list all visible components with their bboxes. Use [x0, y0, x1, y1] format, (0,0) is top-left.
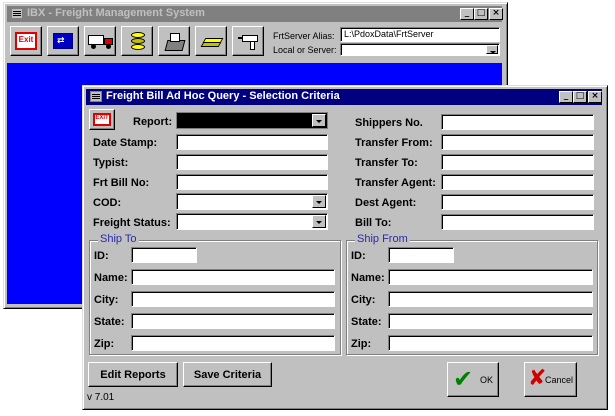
- ship-from-zip-label: Zip:: [351, 338, 372, 350]
- transfer-to-label: Transfer To:: [355, 157, 418, 169]
- books-icon: [200, 36, 224, 48]
- transfer-arrows-icon: ⇄: [53, 33, 73, 49]
- transfer-from-label: Transfer From:: [355, 137, 433, 149]
- chevron-down-icon[interactable]: [312, 215, 326, 228]
- dialog-title: Freight Bill Ad Hoc Query - Selection Cr…: [106, 90, 340, 102]
- ship-to-state-field[interactable]: [131, 313, 335, 329]
- cancel-button[interactable]: ✘ Cancel: [524, 362, 577, 397]
- fax-toolbar-button[interactable]: [158, 26, 190, 56]
- cod-label: COD:: [93, 197, 122, 209]
- transfer-from-field[interactable]: [441, 134, 594, 150]
- ship-to-id-field[interactable]: [131, 247, 197, 263]
- save-criteria-button[interactable]: Save Criteria: [183, 362, 272, 387]
- ship-to-group: Ship To ID: Name: City: State: Zip:: [89, 233, 341, 355]
- dest-agent-label: Dest Agent:: [355, 197, 417, 209]
- bill-to-label: Bill To:: [355, 217, 392, 229]
- frt-bill-no-field[interactable]: [176, 174, 328, 190]
- ok-button[interactable]: ✔ OK: [447, 362, 499, 397]
- report-label: Report:: [133, 116, 173, 128]
- chevron-down-icon[interactable]: [312, 195, 326, 208]
- database-toolbar-button[interactable]: [121, 26, 153, 56]
- dialog-minimize-button[interactable]: _: [559, 91, 573, 103]
- dialog-titlebar[interactable]: Freight Bill Ad Hoc Query - Selection Cr…: [86, 89, 602, 105]
- maximize-button[interactable]: □: [474, 8, 488, 20]
- ship-from-city-field[interactable]: [388, 291, 593, 307]
- minimize-button[interactable]: _: [460, 8, 474, 20]
- ship-to-state-label: State:: [94, 316, 125, 328]
- ship-from-name-label: Name:: [351, 272, 385, 284]
- bill-to-field[interactable]: [441, 214, 594, 230]
- truck-icon: [88, 35, 114, 49]
- typist-label: Typist:: [93, 157, 129, 169]
- truck-toolbar-button[interactable]: [84, 26, 116, 56]
- local-server-select[interactable]: [340, 43, 500, 56]
- date-stamp-field[interactable]: [176, 134, 328, 150]
- version-label: v 7.01: [87, 392, 115, 403]
- ship-from-zip-field[interactable]: [388, 335, 593, 351]
- chevron-down-icon[interactable]: [312, 114, 326, 127]
- ship-to-name-label: Name:: [94, 272, 128, 284]
- ship-from-id-field[interactable]: [388, 247, 454, 263]
- ship-to-id-label: ID:: [94, 250, 109, 262]
- main-window-title: IBX - Freight Management System: [27, 7, 205, 19]
- alias-label: FrtServer Alias:: [273, 31, 335, 41]
- ship-to-zip-field[interactable]: [131, 335, 335, 351]
- local-server-label: Local or Server:: [273, 45, 337, 55]
- ship-from-state-label: State:: [351, 316, 382, 328]
- exit-icon: Exit: [15, 32, 37, 50]
- query-dialog: Freight Bill Ad Hoc Query - Selection Cr…: [82, 85, 608, 410]
- freight-status-select[interactable]: [176, 213, 328, 230]
- ship-from-city-label: City:: [351, 294, 376, 306]
- database-icon: [131, 32, 145, 52]
- dialog-maximize-button[interactable]: □: [573, 91, 587, 103]
- ship-from-name-field[interactable]: [388, 269, 593, 285]
- freight-status-label: Freight Status:: [93, 217, 171, 229]
- ship-to-group-title: Ship To: [98, 233, 139, 245]
- ship-from-id-label: ID:: [351, 250, 366, 262]
- fax-machine-icon: [164, 32, 186, 52]
- exit-toolbar-button[interactable]: Exit: [10, 26, 42, 56]
- typist-field[interactable]: [176, 154, 328, 170]
- ship-to-city-label: City:: [94, 294, 119, 306]
- dialog-close-button[interactable]: ×: [588, 91, 602, 103]
- books-toolbar-button[interactable]: [195, 26, 227, 56]
- transfer-to-field[interactable]: [441, 154, 594, 170]
- drill-icon: [238, 34, 260, 50]
- transfer-agent-field[interactable]: [441, 174, 594, 190]
- ship-to-zip-label: Zip:: [94, 338, 115, 350]
- shippers-no-field[interactable]: [441, 114, 594, 130]
- dialog-exit-button[interactable]: EXIT: [89, 109, 115, 130]
- ship-to-city-field[interactable]: [131, 291, 335, 307]
- ship-from-group: Ship From ID: Name: City: State: Zip:: [346, 233, 598, 355]
- report-select[interactable]: [176, 112, 328, 129]
- tool-toolbar-button[interactable]: [232, 26, 264, 56]
- main-toolbar: Exit ⇄ FrtServer Alias: L:\PdoxData\FrtS…: [7, 23, 502, 59]
- chevron-down-icon[interactable]: [486, 45, 498, 54]
- dialog-system-menu-icon[interactable]: [90, 91, 102, 102]
- dest-agent-field[interactable]: [441, 194, 594, 210]
- frt-bill-no-label: Frt Bill No:: [93, 177, 150, 189]
- alias-field[interactable]: L:\PdoxData\FrtServer: [340, 27, 500, 42]
- close-button[interactable]: ×: [489, 8, 503, 20]
- transfer-agent-label: Transfer Agent:: [355, 177, 436, 189]
- system-menu-icon[interactable]: [11, 8, 23, 19]
- checkmark-icon: ✔: [453, 365, 474, 393]
- exit-icon: EXIT: [93, 113, 111, 126]
- ship-from-state-field[interactable]: [388, 313, 593, 329]
- cod-select[interactable]: [176, 193, 328, 210]
- date-stamp-label: Date Stamp:: [93, 137, 158, 149]
- shippers-no-label: Shippers No.: [355, 117, 423, 129]
- ship-from-group-title: Ship From: [355, 233, 410, 245]
- transfer-toolbar-button[interactable]: ⇄: [47, 26, 79, 56]
- edit-reports-button[interactable]: Edit Reports: [88, 362, 178, 387]
- main-titlebar[interactable]: IBX - Freight Management System _ □ ×: [7, 6, 503, 22]
- ship-to-name-field[interactable]: [131, 269, 335, 285]
- cancel-x-icon: ✘: [528, 366, 547, 391]
